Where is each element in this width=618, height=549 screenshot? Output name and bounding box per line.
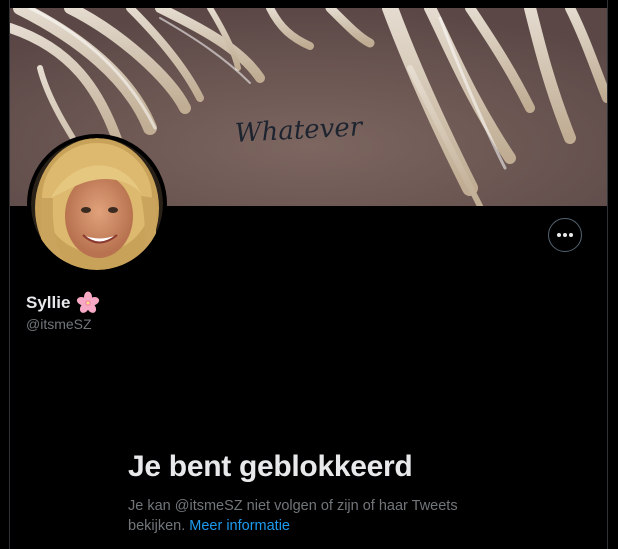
learn-more-link[interactable]: Meer informatie xyxy=(189,518,290,534)
cherry-blossom-icon xyxy=(77,291,100,313)
blocked-title: Je bent geblokkeerd xyxy=(128,450,413,483)
more-options-button[interactable] xyxy=(548,218,582,252)
profile-avatar[interactable] xyxy=(27,134,167,274)
column-border-right xyxy=(607,0,608,549)
more-horizontal-icon xyxy=(557,233,573,237)
profile-page: Whatever Syllie @itsmeSZ Je bent geblokk… xyxy=(0,0,618,549)
user-handle: @itsmeSZ xyxy=(26,316,92,332)
profile-name-row: Syllie xyxy=(26,291,100,315)
blocked-description-text: Je kan @itsmeSZ niet volgen of zijn of h… xyxy=(128,498,458,534)
display-name: Syllie xyxy=(26,293,71,312)
blocked-description: Je kan @itsmeSZ niet volgen of zijn of h… xyxy=(128,496,488,536)
